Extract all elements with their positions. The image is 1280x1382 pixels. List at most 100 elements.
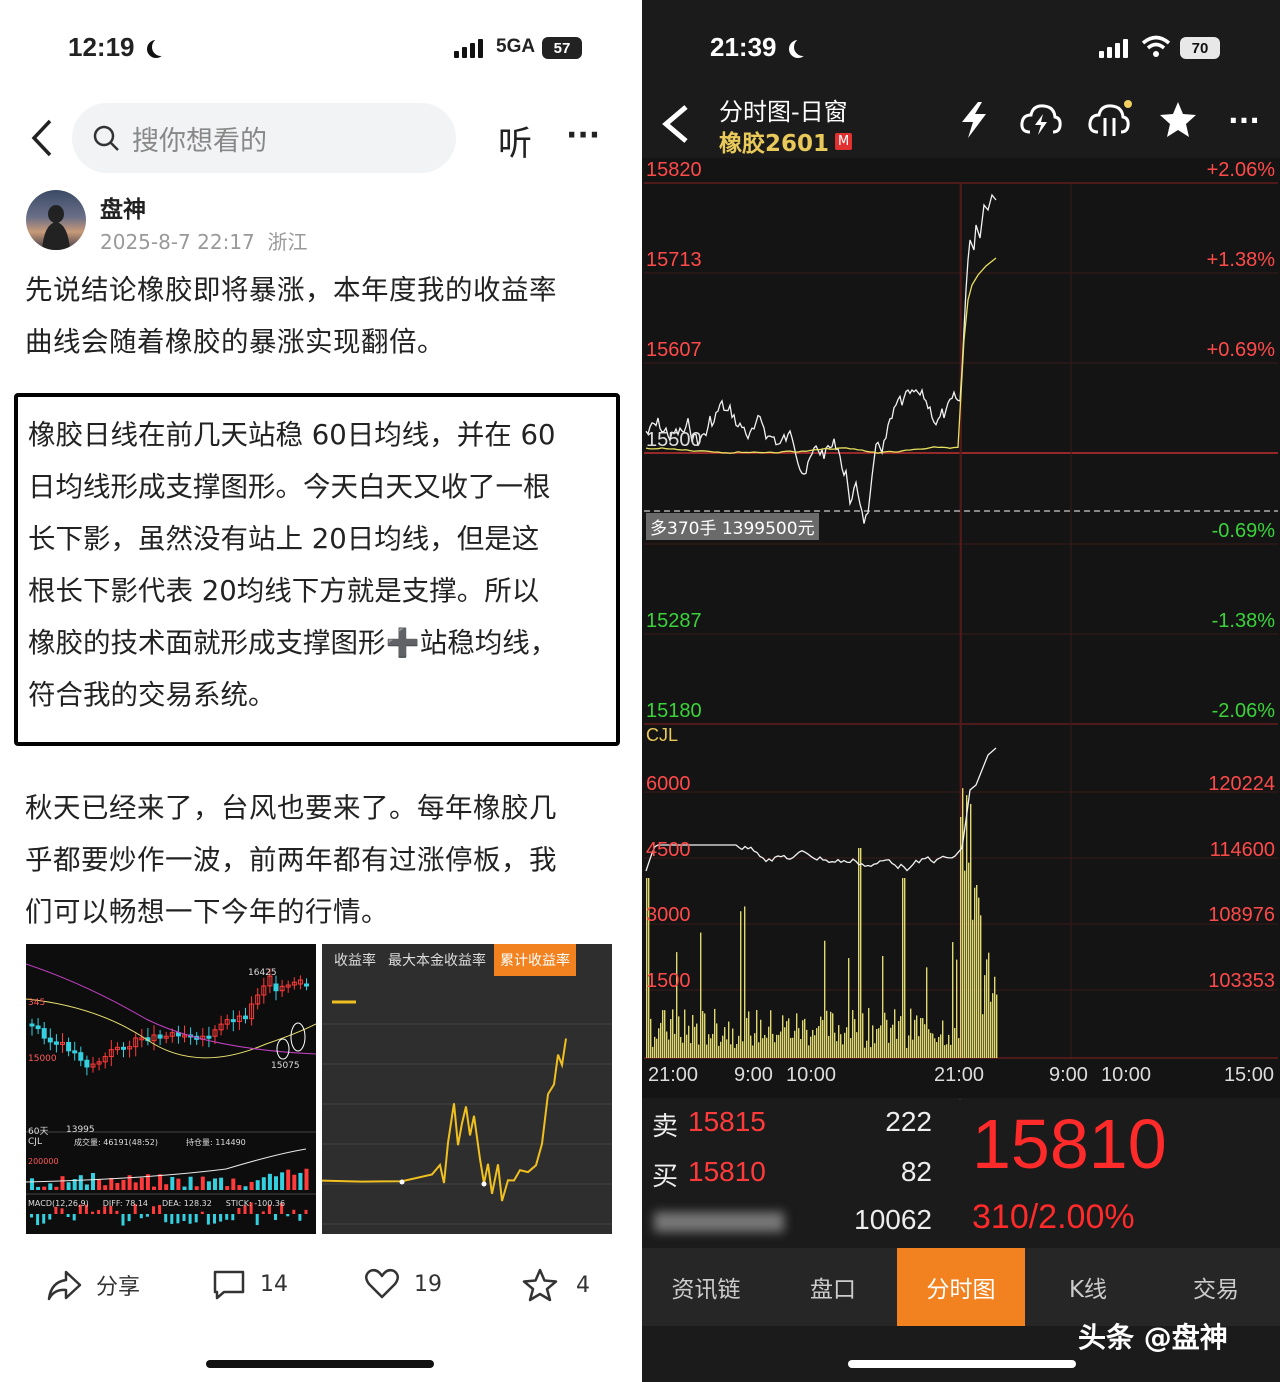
volume-bar (720, 1041, 722, 1058)
volume-bar (280, 1172, 285, 1190)
search-bar[interactable]: 搜你想看的 (72, 103, 456, 173)
volume-bar (668, 1039, 670, 1058)
macd-bar (182, 1214, 186, 1221)
volume-bar (298, 1172, 303, 1190)
price-axis-label: 15713 (646, 249, 702, 271)
volume-bar (824, 940, 826, 1058)
macd-bar (225, 1214, 229, 1220)
volume-bar (42, 1186, 47, 1190)
candle-body (121, 1046, 126, 1050)
volume-bar (792, 1037, 794, 1058)
volume-bar (726, 1039, 728, 1058)
tab-news-chain[interactable]: 资讯链 (642, 1248, 770, 1326)
kline-thumbnail[interactable]: 16425 345 15000 15075 60天 13995 CJL 成交量:… (26, 944, 316, 1234)
thumb-left-mark: 345 (28, 998, 46, 1008)
chevron-left-icon (31, 119, 52, 157)
share-button[interactable]: 分享 (46, 1268, 140, 1302)
volume-bar (872, 1025, 874, 1058)
candle-body (47, 1037, 53, 1043)
tab-order-book[interactable]: 盘口 (769, 1248, 897, 1326)
volume-bar (974, 887, 976, 1058)
volume-bar (994, 976, 996, 1058)
pct-axis-label: -2.06% (1211, 700, 1275, 722)
volume-bar (926, 967, 928, 1058)
vol-axis-label: 3000 (646, 904, 691, 926)
thumb-period-label: 60天 (28, 1127, 49, 1137)
volume-bar (952, 942, 954, 1058)
volume-bar (954, 1027, 956, 1058)
author-name[interactable]: 盘神 (100, 190, 146, 224)
volume-bar (754, 1033, 756, 1058)
volume-bar (970, 803, 972, 1058)
volume-bar (650, 1018, 652, 1058)
volume-bar (832, 1013, 834, 1058)
volume-bar (786, 1021, 788, 1058)
tab-kline[interactable]: K线 (1024, 1248, 1152, 1326)
like-button[interactable]: 19 (364, 1268, 442, 1300)
volume-bar (722, 1035, 724, 1058)
last-price: 15810 (972, 1105, 1167, 1183)
highlight-circle (290, 1022, 306, 1052)
quote-line: 符合我的交易系统。 (28, 679, 276, 711)
volume-bar (848, 958, 850, 1058)
volume-bar (812, 1029, 814, 1058)
intraday-chart[interactable] (642, 0, 1280, 1100)
pct-axis-label: -1.38% (1211, 610, 1275, 632)
quote-line: 橡胶日线在前几天站稳 60日均线，并在 60 (28, 419, 556, 451)
volume-bar (682, 1042, 684, 1058)
more-button[interactable]: ··· (566, 118, 600, 153)
volume-bar (758, 1042, 760, 1058)
comment-button[interactable]: 14 (212, 1268, 288, 1300)
time-axis-label: 10:00 (786, 1064, 837, 1086)
volume-bar (742, 1041, 744, 1058)
returns-marker (399, 1179, 405, 1185)
volume-bar (730, 1044, 732, 1058)
volume-bar (750, 1035, 752, 1058)
volume-bar (760, 1019, 762, 1058)
volume-bar (808, 1045, 810, 1058)
time-axis-label: 9:00 (1049, 1064, 1088, 1086)
volume-bar (836, 1041, 838, 1058)
share-label: 分享 (96, 1275, 141, 1300)
highlight-circle (276, 1038, 290, 1060)
volume-bar (704, 1013, 706, 1058)
volume-bar (97, 1179, 102, 1190)
candle-body (78, 1052, 84, 1061)
returns-curve (322, 1038, 567, 1202)
volume-bar (902, 878, 904, 1058)
macd-bar (200, 1211, 204, 1214)
tab-trade[interactable]: 交易 (1152, 1248, 1280, 1326)
heart-icon (365, 1268, 399, 1299)
volume-bar (674, 1033, 676, 1058)
back-button[interactable] (30, 118, 52, 158)
volume-bar (930, 1032, 932, 1058)
returns-thumbnail[interactable]: 收益率 最大本金收益率 累计收益率 (322, 944, 612, 1234)
comment-count: 14 (260, 1271, 288, 1297)
listen-button[interactable]: 听 (498, 116, 532, 165)
macd-bar (97, 1209, 101, 1214)
volume-bar (78, 1175, 83, 1190)
tab-intraday[interactable]: 分时图 (897, 1248, 1025, 1326)
volume-bar (676, 952, 678, 1058)
volume-bar (696, 1023, 698, 1058)
volume-bar (938, 1036, 940, 1058)
volume-bar (906, 1047, 908, 1058)
volume-bar (908, 1035, 910, 1058)
price-axis-label: 15820 (646, 159, 702, 181)
favorite-button[interactable]: 4 (522, 1268, 590, 1302)
text-line: 曲线会随着橡胶的暴涨实现翻倍。 (25, 326, 445, 358)
volume-bar (826, 1010, 828, 1058)
volume-bar (796, 1013, 798, 1058)
macd-bar (188, 1214, 192, 1224)
ask-label: 卖 (652, 1111, 679, 1141)
price-axis-label: 15180 (646, 700, 702, 722)
avatar[interactable] (26, 190, 86, 250)
thumb-dea: DEA: 128.32 (162, 1199, 212, 1208)
volume-bar (884, 1012, 886, 1058)
time-axis-label: 15:00 (1223, 1064, 1274, 1086)
volume-bar (700, 932, 702, 1058)
macd-bar (298, 1214, 302, 1221)
volume-bar (782, 1015, 784, 1058)
volume-bar (164, 1184, 169, 1190)
volume-bar (48, 1183, 53, 1190)
